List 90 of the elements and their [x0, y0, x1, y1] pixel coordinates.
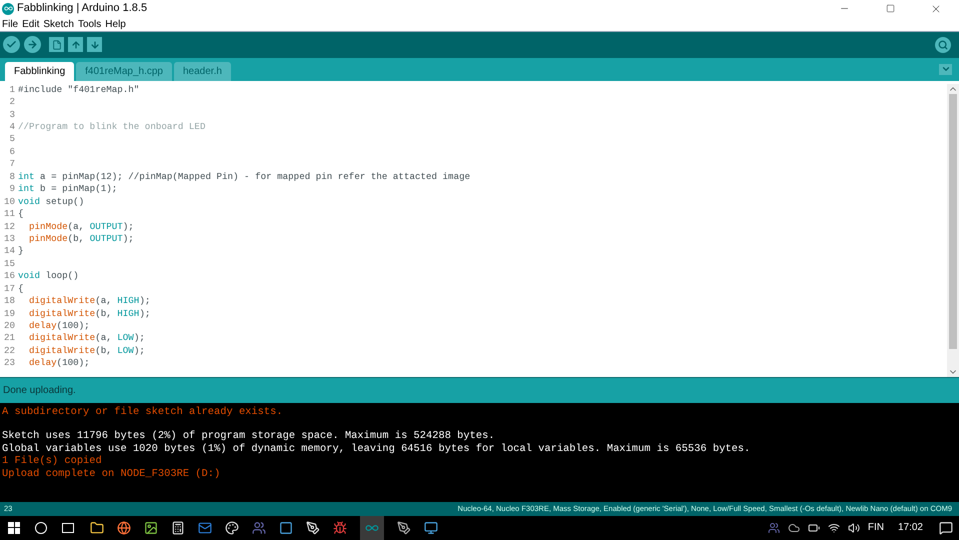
line-number: 23: [2, 357, 16, 370]
line-number: 16: [2, 270, 16, 283]
menu-item[interactable]: File: [2, 16, 18, 32]
speaker-icon[interactable]: [848, 522, 860, 534]
notification-icon[interactable]: [939, 520, 953, 535]
code-line: {: [18, 282, 24, 296]
bug-icon[interactable]: [333, 520, 347, 535]
line-number: 14: [2, 245, 16, 258]
code-line: pinMode(a, OUTPUT);: [28, 220, 134, 233]
language-indicator[interactable]: FIN: [868, 520, 884, 536]
line-number: 21: [2, 332, 16, 345]
arrow-right-icon: [27, 39, 38, 50]
console-line: 1 File(s) copied: [1, 455, 103, 468]
line-number: 7: [8, 158, 16, 171]
line-number: 20: [2, 320, 16, 332]
mail-icon[interactable]: [198, 520, 212, 535]
code-line: digitalWrite(b, HIGH);: [28, 308, 150, 320]
serial-monitor-button[interactable]: [935, 36, 951, 53]
line-number: 13: [2, 232, 16, 246]
line-number: 10: [2, 196, 16, 208]
code-line: {: [18, 208, 24, 221]
globe-icon[interactable]: [117, 520, 131, 535]
code-line: //Program to blink the onboard LED: [18, 121, 206, 134]
line-number: 9: [8, 183, 16, 196]
code-line: int b = pinMap(1);: [18, 183, 118, 196]
clock[interactable]: 17:02: [898, 520, 923, 536]
save-button[interactable]: [87, 37, 102, 52]
battery-icon[interactable]: [808, 522, 820, 534]
line-number: 12: [2, 220, 16, 233]
scrollbar[interactable]: [947, 84, 959, 377]
code-line: delay(100);: [28, 357, 90, 370]
line-number: 8: [8, 170, 16, 184]
window-title: Fabblinking | Arduino 1.8.5: [17, 1, 148, 16]
line-number: 18: [2, 295, 16, 308]
menu-item[interactable]: Help: [105, 16, 126, 32]
arrow-down-icon: [90, 40, 100, 50]
palette-icon[interactable]: [225, 520, 239, 535]
console-line: A subdirectory or file sketch already exists.: [1, 406, 284, 418]
console-line: Global variables use 1020 bytes (1%) of dynamic memory, leaving 64516 bytes for local variables. Maximum is 65536 bytes.: [1, 442, 752, 456]
code-line: digitalWrite(a, LOW);: [28, 332, 145, 345]
line-number: 2: [8, 96, 16, 109]
line-number: 17: [2, 282, 16, 296]
new-button[interactable]: [49, 37, 64, 52]
code-line: pinMode(b, OUTPUT);: [28, 232, 134, 246]
pen-icon[interactable]: [397, 520, 411, 535]
menu-item[interactable]: Tools: [78, 16, 102, 32]
folder-icon[interactable]: [90, 520, 104, 535]
arrow-up-icon: [70, 40, 80, 50]
menu-item[interactable]: Edit: [22, 16, 40, 32]
code-line: void loop(): [18, 270, 79, 283]
line-number: 11: [2, 208, 16, 221]
tab[interactable]: Fabblinking: [5, 62, 74, 81]
check-icon: [6, 39, 17, 50]
code-line: void setup(): [18, 196, 84, 208]
line-number: 22: [2, 344, 16, 358]
code-line: #include "f401reMap.h": [18, 84, 140, 96]
people-icon[interactable]: [768, 522, 780, 534]
monitor-icon[interactable]: [424, 520, 438, 535]
code-line: delay(100);: [28, 320, 90, 332]
open-button[interactable]: [68, 37, 83, 52]
code-line: int a = pinMap(12); //pinMap(Mapped Pin) - for mapped pin refer the attacted image: [18, 170, 470, 184]
line-number: 4: [8, 121, 16, 134]
line-number: 6: [8, 146, 16, 158]
cloud-icon[interactable]: [788, 522, 800, 534]
document-icon: [52, 40, 62, 50]
code-line: digitalWrite(a, HIGH);: [28, 295, 150, 308]
line-number: 3: [8, 108, 16, 122]
line-number: 5: [8, 133, 16, 146]
image-icon[interactable]: [144, 520, 158, 535]
pen-icon[interactable]: [306, 520, 320, 535]
tab-menu-button[interactable]: [939, 64, 952, 75]
console-line: Sketch uses 11796 bytes (2%) of program storage space. Maximum is 524288 bytes.: [1, 430, 496, 443]
restore-icon: [886, 4, 894, 13]
verify-button[interactable]: [3, 36, 20, 54]
square-icon[interactable]: [279, 520, 293, 535]
line-number: 19: [2, 308, 16, 320]
status-message: Done uploading.: [3, 384, 76, 398]
app-logo-icon[interactable]: [360, 516, 384, 540]
task-view-icon[interactable]: [62, 522, 74, 533]
console-line: Upload complete on NODE_F303RE (D:): [1, 468, 222, 480]
line-number: 15: [2, 258, 16, 270]
code-line: digitalWrite(b, LOW);: [28, 344, 145, 358]
calculator-icon[interactable]: [171, 520, 185, 535]
search-icon: [938, 40, 948, 50]
upload-button[interactable]: [24, 36, 41, 54]
menu-item[interactable]: Sketch: [43, 16, 74, 32]
start-button[interactable]: [8, 522, 20, 534]
people-icon[interactable]: [252, 520, 266, 535]
line-number: 1: [8, 84, 16, 96]
code-line: }: [18, 245, 24, 258]
